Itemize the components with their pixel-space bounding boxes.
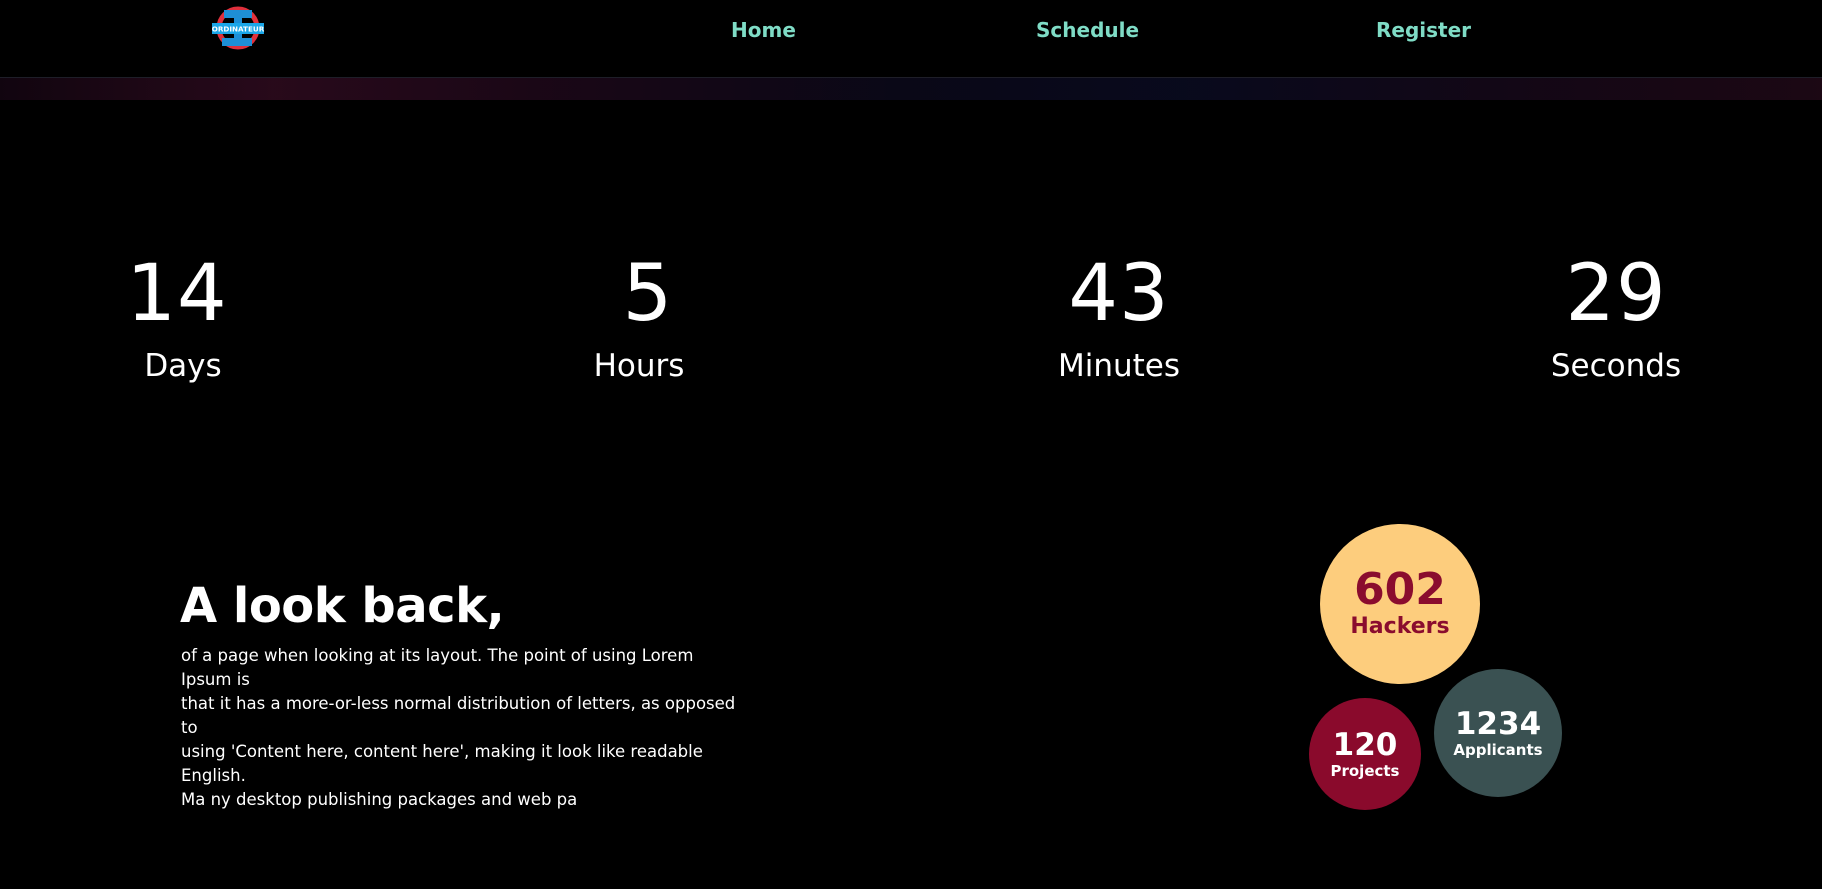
- projects-count: 120: [1332, 727, 1398, 763]
- nav-schedule[interactable]: Schedule: [1036, 18, 1139, 42]
- projects-label: Projects: [1330, 762, 1400, 780]
- lookback-body-line: of a page when looking at its layout. Th…: [181, 646, 694, 689]
- applicants-label: Applicants: [1453, 741, 1543, 759]
- site-logo[interactable]: ORDINATEUR: [208, 4, 268, 52]
- applicants-count: 1234: [1454, 706, 1542, 742]
- countdown-minutes-value: 43: [1068, 249, 1170, 339]
- logo-text: ORDINATEUR: [212, 25, 265, 34]
- navbar-glow-band: [0, 78, 1822, 100]
- nav-register[interactable]: Register: [1376, 18, 1471, 42]
- countdown-minutes-label: Minutes: [1057, 348, 1181, 384]
- countdown-days: 14 Days: [67, 248, 287, 386]
- hackers-stat-bubble: 602 Hackers: [1320, 524, 1480, 684]
- applicants-stat-bubble: 1234 Applicants: [1434, 669, 1562, 797]
- lookback-body-line: that it has a more-or-less normal distri…: [181, 694, 736, 737]
- navbar: ORDINATEUR Home Schedule Register: [0, 0, 1822, 78]
- countdown-days-value: 14: [126, 249, 228, 339]
- lookback-body: of a page when looking at its layout. Th…: [181, 644, 741, 812]
- countdown-hours-label: Hours: [593, 348, 685, 384]
- countdown-days-label: Days: [144, 348, 222, 384]
- countdown-minutes: 43 Minutes: [1009, 248, 1229, 386]
- lookback-body-line: Ma ny desktop publishing packages and we…: [181, 790, 578, 809]
- hackers-label: Hackers: [1350, 614, 1450, 639]
- countdown-seconds-value: 29: [1565, 249, 1667, 339]
- lookback-body-line: using 'Content here, content here', maki…: [181, 742, 703, 785]
- hackers-count: 602: [1354, 564, 1446, 615]
- logo-icon: ORDINATEUR: [212, 6, 265, 50]
- countdown-hours-value: 5: [622, 249, 674, 339]
- countdown-seconds-label: Seconds: [1550, 348, 1682, 384]
- countdown-hours: 5 Hours: [538, 248, 758, 386]
- projects-stat-bubble: 120 Projects: [1309, 698, 1421, 810]
- countdown-seconds: 29 Seconds: [1506, 248, 1726, 386]
- nav-home[interactable]: Home: [731, 18, 796, 42]
- lookback-title: A look back,: [180, 578, 505, 634]
